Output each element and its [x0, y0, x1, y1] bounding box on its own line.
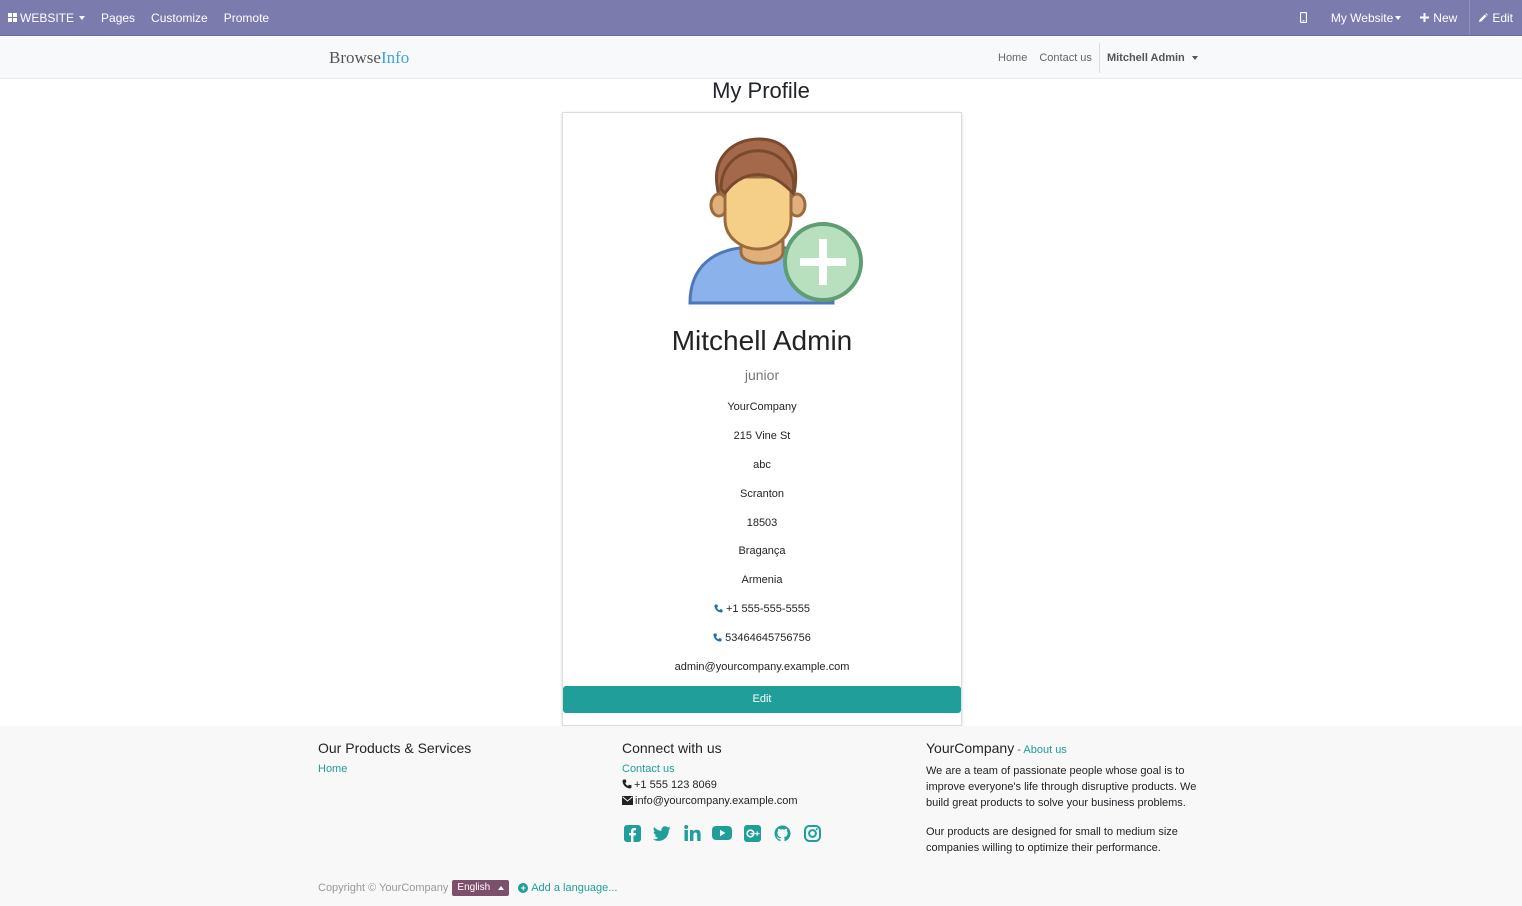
admin-bar: WEBSITE Pages Customize Promote My Websi…: [0, 0, 1522, 36]
social-links: [622, 823, 822, 843]
new-label: New: [1433, 10, 1458, 25]
promote-menu[interactable]: Promote: [216, 0, 277, 35]
footer-phone-row: +1 555 123 8069: [622, 777, 822, 793]
edit-profile-button[interactable]: Edit: [563, 686, 961, 713]
footer-dash: -: [1014, 744, 1024, 756]
brand-text-info: Info: [380, 48, 410, 67]
twitter-icon[interactable]: [652, 823, 672, 843]
facebook-icon[interactable]: [622, 823, 642, 843]
brand-text-browse: Browse: [329, 48, 381, 67]
edit-page-button[interactable]: Edit: [1470, 0, 1522, 35]
pencil-icon: [1479, 12, 1489, 22]
main-menu: Home Contact us Mitchell Admin: [992, 43, 1205, 73]
instagram-icon[interactable]: [802, 823, 822, 843]
caret-down-icon: [1395, 15, 1402, 20]
profile-card: Mitchell Admin junior YourCompany 215 Vi…: [562, 112, 962, 726]
phone-icon: [714, 604, 723, 613]
add-language-link[interactable]: + Add a language...: [518, 882, 617, 894]
page-title: My Profile: [712, 78, 810, 103]
profile-zip: 18503: [746, 516, 778, 529]
profile-name: Mitchell Admin: [671, 325, 853, 356]
profile-job-title: junior: [744, 367, 780, 383]
my-website-menu[interactable]: My Website: [1321, 0, 1413, 35]
footer-company-name: YourCompany: [926, 740, 1015, 756]
website-menu-label: WEBSITE: [20, 10, 75, 25]
footer-home-link[interactable]: Home: [318, 763, 347, 775]
footer-about-paragraph-2: Our products are designed for small to m…: [926, 826, 1178, 854]
caret-down-icon: [79, 15, 86, 20]
footer-email: info@yourcompany.example.com: [635, 795, 798, 807]
profile-city: Scranton: [739, 487, 785, 500]
edit-label: Edit: [1492, 10, 1513, 25]
footer-contact-link[interactable]: Contact us: [622, 763, 675, 775]
website-menu[interactable]: WEBSITE: [0, 0, 93, 35]
profile-country: Armenia: [741, 574, 783, 587]
customize-menu[interactable]: Customize: [143, 0, 216, 35]
language-label: English: [457, 882, 491, 893]
copyright-text: Copyright © YourCompany: [318, 882, 449, 894]
phone-icon: [622, 779, 632, 789]
website-navbar: BrowseInfo Home Contact us Mitchell Admi…: [0, 37, 1522, 79]
new-button[interactable]: New: [1413, 0, 1469, 35]
brand-logo[interactable]: BrowseInfo: [329, 48, 409, 68]
my-website-label: My Website: [1330, 10, 1394, 25]
footer-products-title: Our Products & Services: [318, 740, 472, 756]
footer-products-column: Our Products & Services Home: [318, 740, 471, 777]
phone-icon: [713, 633, 722, 642]
caret-up-icon: [498, 885, 505, 890]
profile-details: YourCompany 215 Vine St abc Scranton 185…: [563, 397, 961, 686]
add-user-avatar-icon[interactable]: [683, 127, 873, 317]
user-menu-label: Mitchell Admin: [1106, 52, 1185, 64]
profile-street2: abc: [753, 458, 771, 471]
mobile-preview-button[interactable]: [1286, 0, 1321, 35]
pages-menu[interactable]: Pages: [93, 0, 143, 35]
profile-mobile-row: 53464645756756: [563, 628, 961, 657]
profile-company: YourCompany: [727, 401, 797, 413]
profile-street: 215 Vine St: [733, 429, 791, 442]
profile-phone-row: +1 555-555-5555: [563, 599, 961, 628]
footer-about-title: YourCompany - About us: [926, 740, 1211, 758]
footer-phone: +1 555 123 8069: [634, 779, 717, 791]
profile-state: Bragança: [738, 545, 786, 558]
plus-circle-icon: +: [518, 883, 529, 893]
footer-about-paragraph-1: We are a team of passionate people whose…: [926, 765, 1197, 809]
copyright-row: Copyright © YourCompany English + Add a …: [318, 880, 617, 896]
envelope-icon: [622, 796, 633, 805]
footer-about-column: YourCompany - About us We are a team of …: [926, 740, 1211, 856]
footer-email-row: info@yourcompany.example.com: [622, 793, 822, 809]
nav-home[interactable]: Home: [992, 52, 1033, 64]
add-language-label: Add a language...: [531, 882, 618, 894]
footer-about-link[interactable]: About us: [1023, 744, 1066, 756]
youtube-icon[interactable]: [712, 823, 732, 843]
footer: Our Products & Services Home Connect wit…: [0, 726, 1522, 906]
github-icon[interactable]: [772, 823, 792, 843]
language-selector[interactable]: English: [452, 880, 510, 896]
nav-contact-us[interactable]: Contact us: [1033, 52, 1099, 64]
linkedin-icon[interactable]: [682, 823, 702, 843]
profile-email: admin@yourcompany.example.com: [674, 661, 850, 674]
profile-mobile: 53464645756756: [725, 632, 811, 645]
profile-phone: +1 555-555-5555: [725, 603, 811, 616]
apps-grid-icon: [8, 13, 17, 22]
footer-connect-column: Connect with us Contact us +1 555 123 80…: [622, 740, 822, 843]
user-menu[interactable]: Mitchell Admin: [1098, 43, 1205, 73]
google-plus-icon[interactable]: [742, 823, 762, 843]
footer-connect-title: Connect with us: [622, 740, 722, 756]
mobile-icon: [1299, 12, 1307, 23]
plus-icon: [1420, 13, 1430, 22]
caret-down-icon: [1191, 56, 1198, 60]
